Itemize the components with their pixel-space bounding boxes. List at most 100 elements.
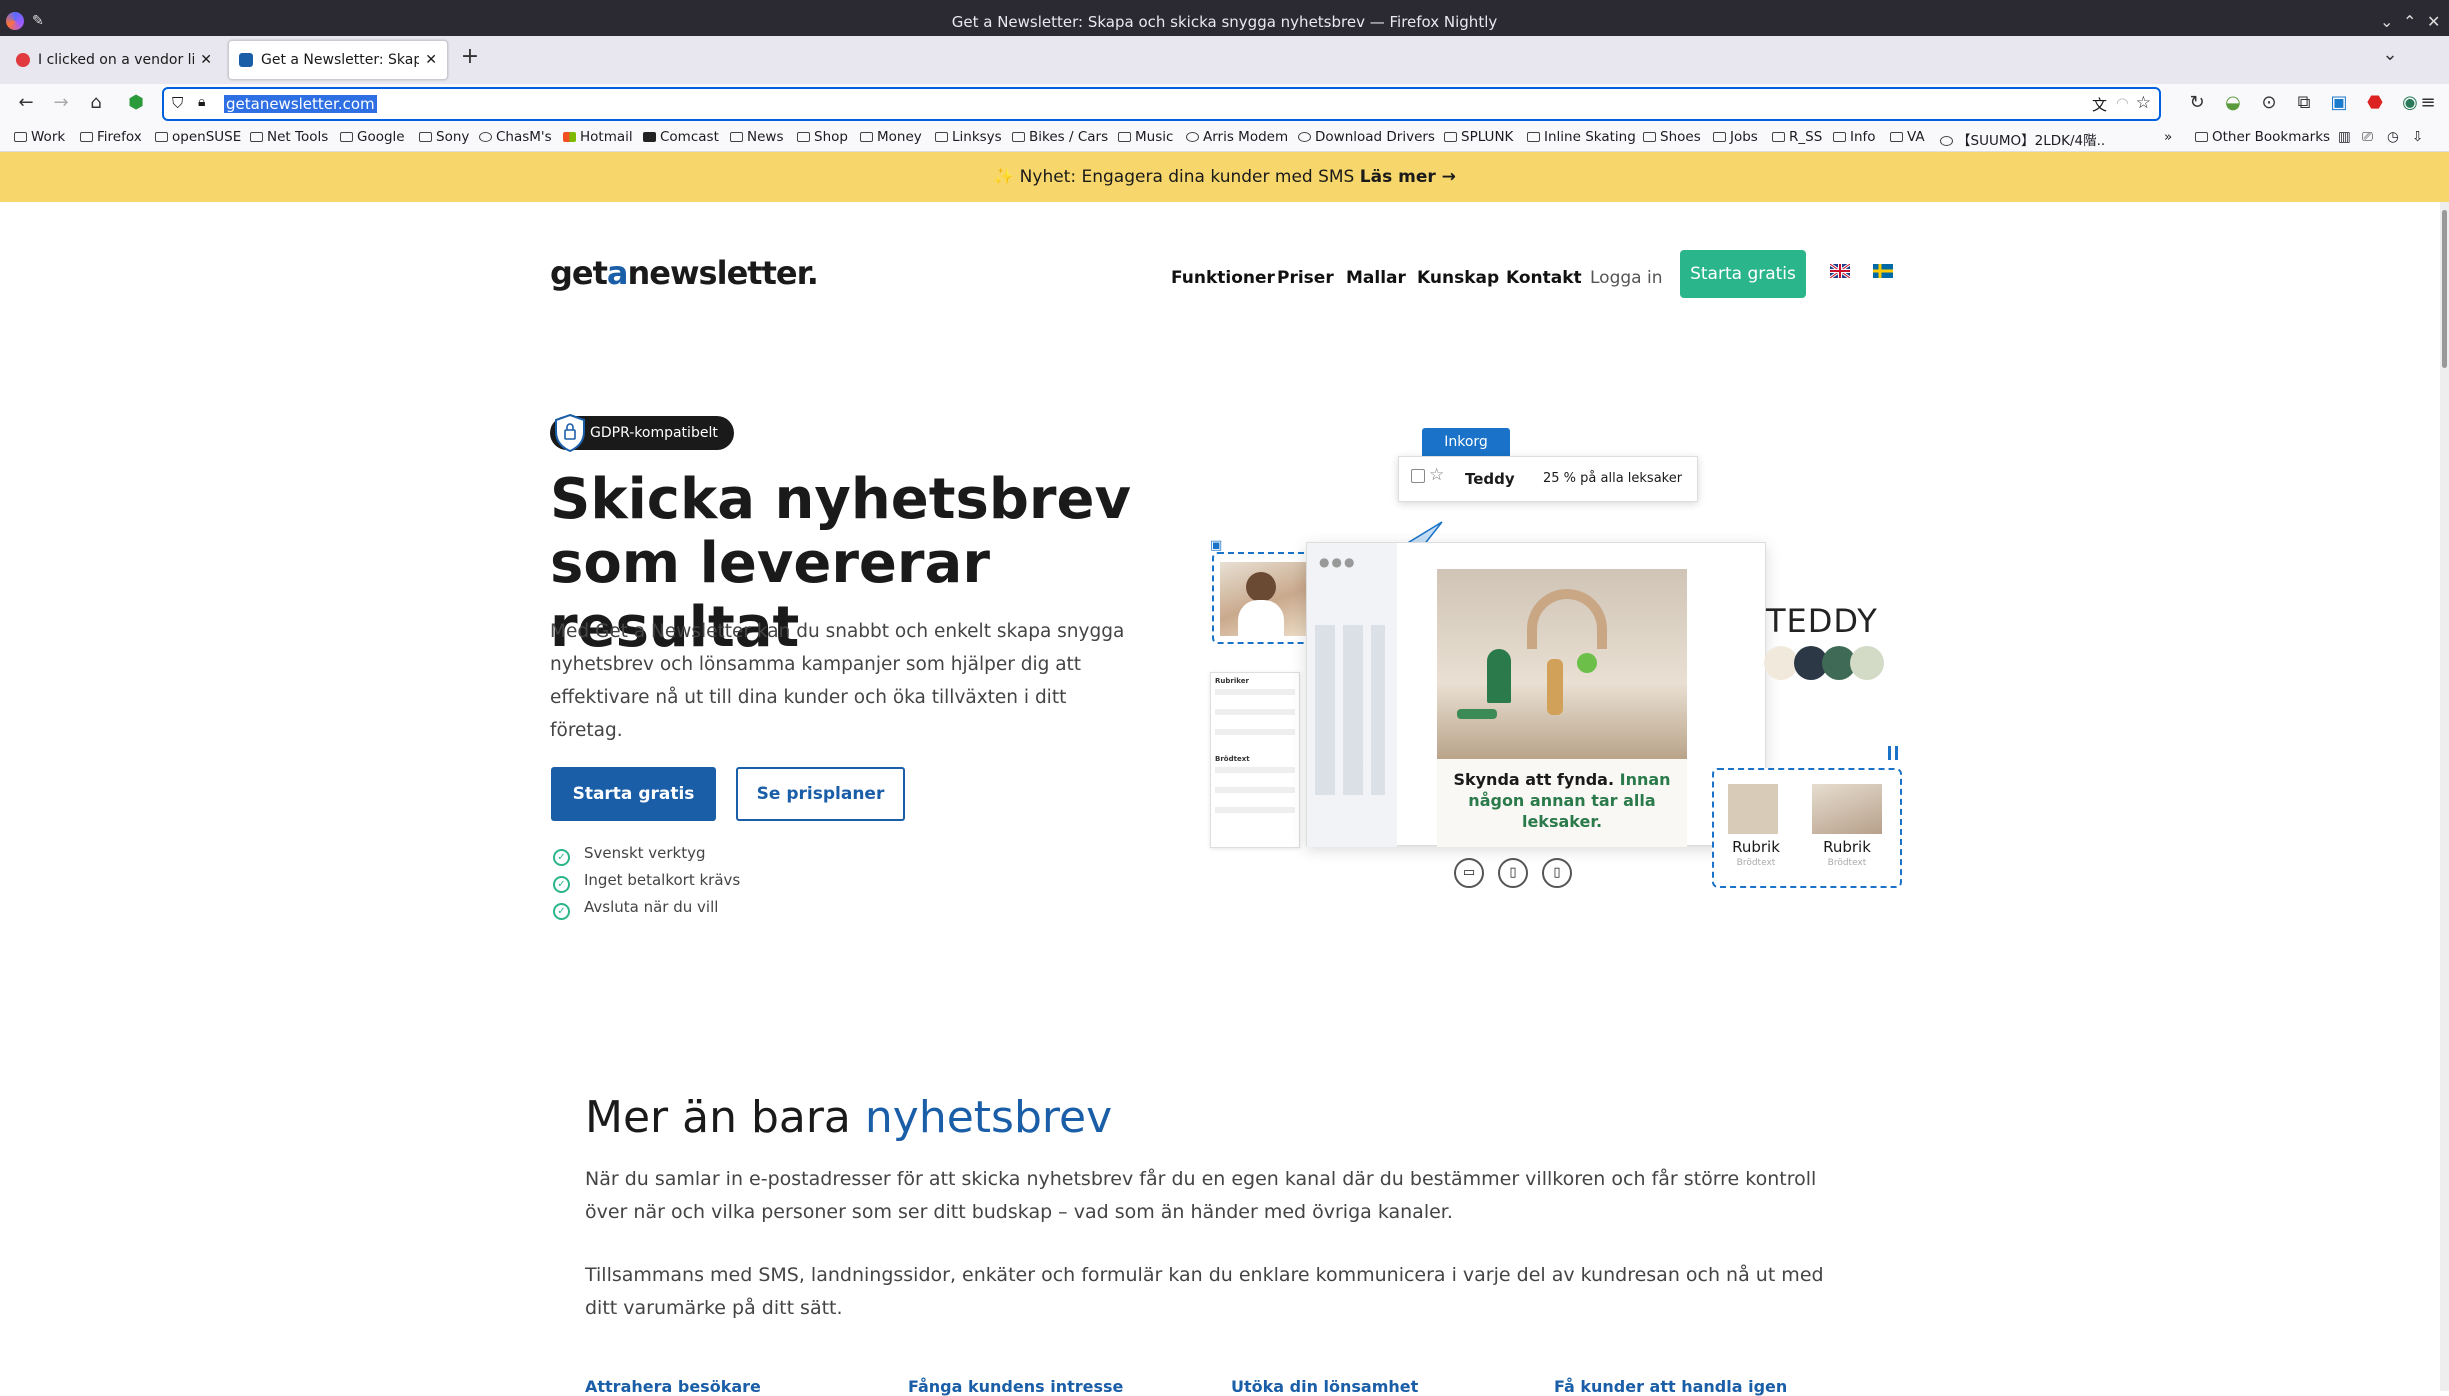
email-cta-text: Skynda att fynda. Innan någon annan tar … <box>1437 759 1687 847</box>
feature-link[interactable]: Attrahera besökare <box>585 1377 761 1396</box>
downloads-icon[interactable]: ⇩ <box>2412 129 2423 145</box>
bookmark-item[interactable]: Hotmail <box>563 129 633 145</box>
maximize-icon[interactable]: ⌃ <box>2403 12 2416 31</box>
nav-funktioner[interactable]: Funktioner <box>1171 268 1275 288</box>
star-icon: ☆ <box>1429 465 1445 485</box>
addon-icon[interactable]: ⊙ <box>2255 92 2283 113</box>
adblock-icon[interactable]: ⬣ <box>2361 92 2389 113</box>
product-grid-block: Rubrik Rubrik Brödtext Brödtext <box>1712 768 1902 888</box>
bookmark-item[interactable]: Work <box>14 129 65 145</box>
synced-tabs-icon[interactable]: ⎚ <box>2362 129 2373 145</box>
checklist-item: ✓ Avsluta när du vill <box>553 898 718 920</box>
bookmark-item[interactable]: Firefox <box>80 129 142 145</box>
menu-icon[interactable]: ≡ <box>2414 92 2442 113</box>
editor-window: ●●● Skynda att fynda. Innan någon annan … <box>1306 542 1766 847</box>
bookmark-item[interactable]: openSUSE <box>155 129 241 145</box>
bookmark-item[interactable]: Music <box>1118 129 1173 145</box>
lock-icon[interactable]: 🔒︎ <box>198 94 205 110</box>
bookmark-item[interactable]: Google <box>340 129 405 145</box>
tab-getanewsletter[interactable]: Get a Newsletter: Skapa oc ✕ <box>228 40 448 80</box>
scrollbar-thumb[interactable] <box>2442 210 2447 368</box>
new-tab-icon[interactable]: + <box>456 44 484 69</box>
bookmark-item[interactable]: Info <box>1833 129 1876 145</box>
url-bar[interactable]: ⛉ 🔒︎ getanewsletter.com 文 ◠ ☆ <box>162 87 2161 121</box>
addon-green-icon[interactable]: ◒ <box>2219 92 2247 113</box>
nav-kontakt[interactable]: Kontakt <box>1506 268 1582 288</box>
tablet-preview-icon[interactable]: ▯ <box>1498 858 1528 888</box>
reader-icon[interactable]: ◠ <box>2116 94 2129 112</box>
nav-mallar[interactable]: Mallar <box>1346 268 1406 288</box>
start-free-button[interactable]: Starta gratis <box>551 767 716 821</box>
banner-link[interactable]: Läs mer → <box>1360 167 1456 187</box>
section-heading: Mer än bara nyhetsbrev <box>585 1092 1113 1143</box>
check-icon: ✓ <box>553 903 570 920</box>
bookmark-item[interactable]: SPLUNK <box>1444 129 1513 145</box>
tab-vendor-link[interactable]: I clicked on a vendor link w ✕ <box>6 40 222 80</box>
feature-link[interactable]: Fånga kundens intresse <box>908 1377 1123 1396</box>
swedish-flag-icon[interactable] <box>1873 264 1893 278</box>
gdpr-label: GDPR-kompatibelt <box>590 425 718 441</box>
url-text[interactable]: getanewsletter.com <box>224 95 377 113</box>
announcement-banner[interactable]: ✨ Nyhet: Engagera dina kunder med SMS Lä… <box>0 152 2449 202</box>
close-tab-icon[interactable]: ✕ <box>425 52 437 68</box>
bookmark-item[interactable]: 【SUUMO】2LDK/4階... <box>1940 129 2105 149</box>
bookmark-item[interactable]: Download Drivers <box>1298 129 1435 145</box>
banner-text: Nyhet: Engagera dina kunder med SMS <box>1019 167 1355 187</box>
navigation-toolbar: ← → ⌂ ⬢ ⛉ 🔒︎ getanewsletter.com 文 ◠ ☆ ↻ … <box>0 84 2449 124</box>
close-tab-icon[interactable]: ✕ <box>200 52 212 68</box>
bookmark-item[interactable]: Comcast <box>643 129 719 145</box>
bookmark-item[interactable]: Shop <box>797 129 848 145</box>
tracking-shield-icon[interactable]: ⛉ <box>172 94 183 112</box>
bookmark-item[interactable]: Net Tools <box>250 129 328 145</box>
bookmark-star-icon[interactable]: ☆ <box>2136 93 2151 113</box>
list-all-tabs-icon[interactable]: ⌄ <box>2376 44 2404 65</box>
page-scrollbar[interactable] <box>2440 202 2449 1391</box>
back-icon[interactable]: ← <box>12 92 40 113</box>
extensions-icon[interactable]: ⧉ <box>2290 92 2318 113</box>
nav-kunskap[interactable]: Kunskap <box>1417 268 1499 288</box>
minimize-icon[interactable]: ⌄ <box>2380 12 2393 31</box>
bookmark-item[interactable]: Linksys <box>935 129 1002 145</box>
feature-link[interactable]: Utöka din lönsamhet <box>1231 1377 1418 1396</box>
english-flag-icon[interactable] <box>1830 264 1850 278</box>
section-paragraph-2: Tillsammans med SMS, landningssidor, enk… <box>585 1264 1824 1319</box>
reddit-favicon-icon <box>16 53 30 67</box>
mobile-preview-icon[interactable]: ▯ <box>1542 858 1572 888</box>
site-logo[interactable]: getanewsletter. <box>550 254 819 292</box>
bookmark-item[interactable]: Money <box>860 129 922 145</box>
bookmark-item[interactable]: Bikes / Cars <box>1012 129 1108 145</box>
start-free-button-top[interactable]: Starta gratis <box>1680 250 1806 298</box>
login-link[interactable]: Logga in <box>1590 268 1662 288</box>
forward-icon[interactable]: → <box>47 92 75 113</box>
more-bookmarks-icon[interactable]: » <box>2164 129 2172 145</box>
bookmark-item[interactable]: VA <box>1890 129 1925 145</box>
translate-icon[interactable]: 文 <box>2092 94 2107 115</box>
bookmark-item[interactable]: Inline Skating <box>1527 129 1636 145</box>
extension-icon[interactable]: ⬢ <box>122 92 150 113</box>
tab-label: I clicked on a vendor link w <box>38 52 195 68</box>
bookmark-item[interactable]: Sony <box>419 129 469 145</box>
bookmark-item[interactable]: ChasM's <box>479 129 552 145</box>
addon-badge-icon[interactable]: ▣ <box>2325 92 2353 113</box>
bookmark-item[interactable]: Jobs <box>1713 129 1758 145</box>
section-paragraph-1: När du samlar in e-postadresser för att … <box>585 1168 1817 1223</box>
reload-icon[interactable]: ↻ <box>2183 92 2211 113</box>
inbox-tab: Inkorg <box>1422 428 1510 456</box>
checkbox-icon <box>1411 469 1425 483</box>
pricing-button[interactable]: Se prisplaner <box>736 767 905 821</box>
feature-link[interactable]: Få kunder att handla igen <box>1554 1377 1787 1396</box>
desktop-preview-icon[interactable]: ▭ <box>1454 858 1484 888</box>
close-window-icon[interactable]: ✕ <box>2427 12 2440 31</box>
history-icon[interactable]: ◷ <box>2387 129 2399 145</box>
sidebar-icon[interactable]: ▥ <box>2338 129 2351 145</box>
nav-priser[interactable]: Priser <box>1277 268 1334 288</box>
bookmark-item[interactable]: Arris Modem <box>1186 129 1288 145</box>
tab-bar: I clicked on a vendor link w ✕ Get a New… <box>0 36 2449 84</box>
bookmark-item[interactable]: R_SS <box>1772 129 1822 145</box>
bookmark-item[interactable]: News <box>730 129 783 145</box>
other-bookmarks[interactable]: Other Bookmarks <box>2195 129 2330 145</box>
bookmark-item[interactable]: Shoes <box>1643 129 1701 145</box>
bookmarks-toolbar: Work Firefox openSUSE Net Tools Google S… <box>0 124 2449 152</box>
image-block <box>1212 552 1314 644</box>
home-icon[interactable]: ⌂ <box>82 92 110 113</box>
